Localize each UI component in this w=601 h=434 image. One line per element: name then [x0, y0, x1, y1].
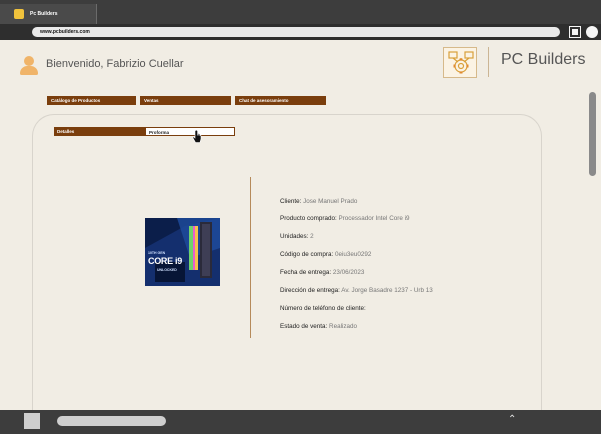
- product-image-line2: CORE i9: [148, 256, 182, 266]
- device-bottom-bar: ⌃: [0, 410, 601, 434]
- home-square-icon[interactable]: [24, 413, 40, 429]
- browser-tab[interactable]: Pc Builders: [0, 4, 97, 24]
- tab-proforma[interactable]: Proforma: [145, 127, 235, 136]
- url-input[interactable]: www.pcbuilders.com: [32, 27, 560, 37]
- details-divider: [250, 177, 251, 338]
- browser-titlebar: Pc Builders: [0, 0, 601, 24]
- product-image: 10TH GEN CORE i9 UNLOCKED: [145, 218, 220, 286]
- product-image-line3: UNLOCKED: [157, 268, 177, 272]
- nav-catalogo-button[interactable]: Catálogo de Productos: [47, 96, 136, 105]
- detail-row-estado: Estado de venta: Realizado: [280, 323, 358, 330]
- tab-title: Pc Builders: [30, 11, 58, 17]
- product-image-line1: 10TH GEN: [148, 251, 166, 255]
- detail-row-direccion: Dirección de entrega: Av. Jorge Basadre …: [280, 287, 433, 294]
- detail-row-telefono: Número de teléfono de cliente:: [280, 305, 366, 312]
- chevron-up-icon[interactable]: ⌃: [508, 414, 516, 425]
- detail-row-fecha: Fecha de entrega: 23/06/2023: [280, 269, 365, 276]
- brand-name: PC Builders: [501, 51, 586, 68]
- hand-cursor-icon: [192, 130, 202, 143]
- browser-address-bar: www.pcbuilders.com: [0, 24, 601, 40]
- page-scrollbar[interactable]: [589, 92, 596, 176]
- bottom-pill-bar[interactable]: [57, 416, 166, 426]
- detail-row-codigo: Código de compra: 0eiu3eu0292: [280, 251, 372, 258]
- user-avatar-icon[interactable]: [20, 56, 38, 76]
- tab-detalles[interactable]: Detalles: [54, 127, 145, 136]
- detail-row-producto: Producto comprado: Processador Intel Cor…: [280, 215, 410, 222]
- profile-circle-icon[interactable]: [586, 26, 598, 38]
- welcome-message: Bienvenido, Fabrizio Cuellar: [46, 58, 184, 70]
- nav-chat-button[interactable]: Chat de asesoramiento: [235, 96, 326, 105]
- window-square-icon[interactable]: [569, 26, 581, 38]
- detail-row-cliente: Cliente: Jose Manuel Prado: [280, 198, 358, 205]
- pc-builders-logo-icon: [443, 47, 477, 78]
- nav-ventas-button[interactable]: Ventas: [140, 96, 231, 105]
- detail-row-unidades: Unidades: 2: [280, 233, 314, 240]
- site-favicon-icon: [14, 9, 24, 19]
- content-panel: [32, 114, 542, 414]
- brand-separator: [488, 47, 489, 77]
